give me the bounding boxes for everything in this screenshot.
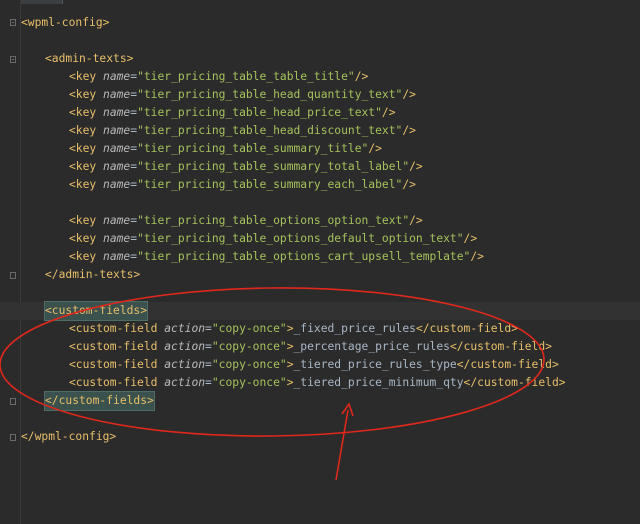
key-element: <key name="tier_pricing_table_head_disco… <box>69 124 416 137</box>
custom-field-element: <custom-field action="copy-once">_percen… <box>69 340 552 353</box>
code-line[interactable]: <key name="tier_pricing_table_head_quant… <box>0 86 640 104</box>
code-line[interactable]: <key name="tier_pricing_table_options_de… <box>0 230 640 248</box>
code-line[interactable]: <key name="tier_pricing_table_head_price… <box>0 104 640 122</box>
custom-fields-open-tag: <custom-fields> <box>43 301 149 321</box>
wpml-config-open-tag: <wpml-config> <box>21 16 110 29</box>
custom-fields-close-tag: </custom-fields> <box>44 391 155 411</box>
code-line[interactable]: </custom-fields> <box>0 391 640 411</box>
key-element: <key name="tier_pricing_table_head_quant… <box>69 88 416 101</box>
code-line[interactable]: <key name="tier_pricing_table_summary_ti… <box>0 140 640 158</box>
code-editor[interactable]: <wpml-config> <admin-texts> <key name="t… <box>0 0 640 524</box>
code-line[interactable]: <key name="tier_pricing_table_options_ca… <box>0 248 640 266</box>
custom-field-element: <custom-field action="copy-once">_tiered… <box>69 358 559 371</box>
key-element: <key name="tier_pricing_table_options_ca… <box>69 250 484 263</box>
key-element: <key name="tier_pricing_table_options_op… <box>69 214 423 227</box>
code-line[interactable]: </wpml-config> <box>0 428 640 446</box>
code-line-current[interactable]: <custom-fields> <box>0 301 640 321</box>
custom-field-element: <custom-field action="copy-once">_fixed_… <box>69 322 518 335</box>
key-element: <key name="tier_pricing_table_table_titl… <box>69 70 369 83</box>
admin-texts-open-tag: <admin-texts> <box>45 52 134 65</box>
code-line[interactable]: </admin-texts> <box>0 266 640 284</box>
code-line[interactable]: <key name="tier_pricing_table_table_titl… <box>0 68 640 86</box>
code-line[interactable]: <custom-field action="copy-once">_tiered… <box>0 374 640 392</box>
code-line[interactable]: <custom-field action="copy-once">_tiered… <box>0 356 640 374</box>
key-element: <key name="tier_pricing_table_summary_to… <box>69 160 423 173</box>
custom-field-element: <custom-field action="copy-once">_tiered… <box>69 376 566 389</box>
key-element: <key name="tier_pricing_table_options_de… <box>69 232 478 245</box>
code-line[interactable]: <admin-texts> <box>0 50 640 68</box>
wpml-config-close-tag: </wpml-config> <box>21 430 117 443</box>
code-line[interactable]: <key name="tier_pricing_table_head_disco… <box>0 122 640 140</box>
code-line[interactable]: <custom-field action="copy-once">_fixed_… <box>0 320 640 338</box>
admin-texts-close-tag: </admin-texts> <box>45 268 141 281</box>
code-line[interactable]: <key name="tier_pricing_table_summary_ea… <box>0 176 640 194</box>
code-line[interactable]: <custom-field action="copy-once">_percen… <box>0 338 640 356</box>
code-line[interactable]: <wpml-config> <box>0 14 640 32</box>
key-element: <key name="tier_pricing_table_summary_ea… <box>69 178 416 191</box>
key-element: <key name="tier_pricing_table_summary_ti… <box>69 142 382 155</box>
key-element: <key name="tier_pricing_table_head_price… <box>69 106 396 119</box>
code-line[interactable]: <key name="tier_pricing_table_options_op… <box>0 212 640 230</box>
code-line[interactable]: <key name="tier_pricing_table_summary_to… <box>0 158 640 176</box>
